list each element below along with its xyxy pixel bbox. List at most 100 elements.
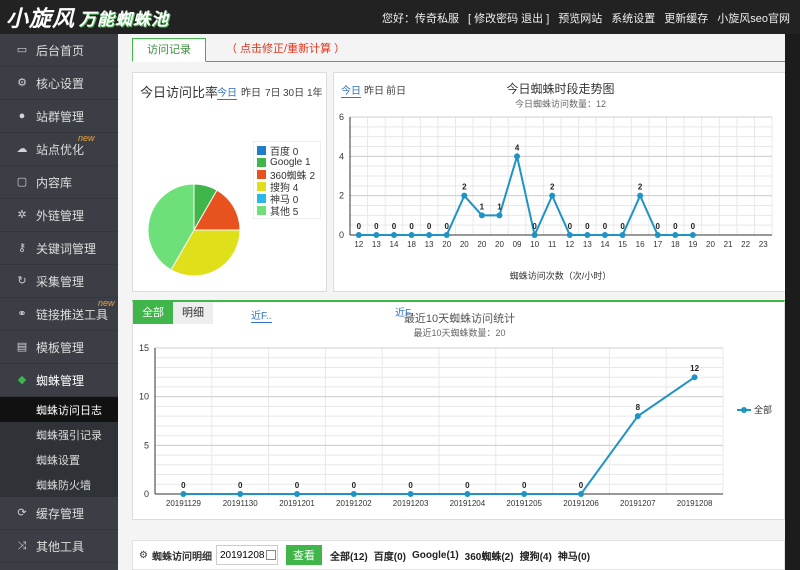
- range-1y[interactable]: 1年: [307, 84, 323, 99]
- legend-swatch: [257, 145, 266, 155]
- recalculate-link[interactable]: （ 点击修正/重新计算 ）: [212, 38, 359, 62]
- sidebar-item-label: 外链管理: [36, 208, 85, 223]
- sidebar-item-label: 核心设置: [36, 76, 85, 91]
- pie-chart: [147, 183, 241, 277]
- sidebar-sub-spider-log[interactable]: 蜘蛛访问日志: [0, 397, 118, 422]
- sidebar-item-templates[interactable]: ▤ 模板管理: [0, 331, 118, 364]
- change-password-link[interactable]: [ 修改密码 退出 ]: [468, 10, 549, 26]
- sidebar-item-cache[interactable]: ⟳ 缓存管理: [0, 497, 118, 530]
- data-point: [654, 232, 661, 238]
- sidebar-item-label: 后台首页: [36, 43, 85, 58]
- sidebar-item-external-links[interactable]: ✲ 外链管理: [0, 199, 118, 232]
- range-yesterday[interactable]: 昨日: [241, 84, 261, 99]
- view-button[interactable]: 查看: [285, 545, 322, 565]
- data-point: [672, 232, 679, 238]
- data-label: 0: [392, 222, 397, 231]
- filter-sogou[interactable]: 搜狗(4): [520, 548, 552, 563]
- data-point: [691, 374, 698, 381]
- data-label: 0: [655, 222, 660, 231]
- x-tick-label: 23: [759, 240, 768, 249]
- legend-label: 百度 0: [270, 146, 299, 158]
- data-label: 0: [603, 222, 608, 231]
- data-point: [408, 232, 415, 238]
- sidebar-item-site-group[interactable]: ● 站群管理: [0, 100, 118, 133]
- sidebar-item-home[interactable]: ▭ 后台首页: [0, 34, 118, 67]
- data-label: 0: [295, 481, 300, 490]
- sidebar-item-tools[interactable]: ⤨ 其他工具: [0, 530, 118, 563]
- x-tick-label: 13: [372, 240, 381, 249]
- sidebar-item-link-push[interactable]: ⚭ 链接推送工具 new: [0, 298, 118, 331]
- x-tick-label: 20191201: [279, 499, 315, 508]
- x-tick-label: 18: [671, 240, 680, 249]
- tab-bar: 访问记录 （ 点击修正/重新计算 ）: [132, 38, 785, 62]
- range-30d[interactable]: 30日: [283, 84, 304, 99]
- sidebar-item-site-optimize[interactable]: ☁ 站点优化 new: [0, 133, 118, 166]
- data-point: [478, 212, 485, 219]
- data-label: 0: [465, 481, 470, 490]
- sidebar-item-core-settings[interactable]: ⚙ 核心设置: [0, 67, 118, 100]
- legend-swatch: [257, 181, 266, 191]
- recent-link-2[interactable]: 近F..: [395, 304, 416, 319]
- filter-baidu[interactable]: 百度(0): [374, 548, 406, 563]
- sidebar-sub-spider-force[interactable]: 蜘蛛强引记录: [0, 422, 118, 447]
- range-today[interactable]: 今日: [217, 84, 237, 100]
- data-point: [355, 232, 362, 238]
- x-tick-label: 19: [688, 240, 697, 249]
- detail-label: 蜘蛛访问明细: [151, 551, 212, 563]
- sidebar-sub-spider-firewall[interactable]: 蜘蛛防火墙: [0, 472, 118, 497]
- sidebar-item-keywords[interactable]: ⚷ 关键词管理: [0, 232, 118, 265]
- official-site-link[interactable]: 小旋风seo官网: [717, 10, 790, 26]
- x-tick-label: 11: [548, 240, 557, 249]
- x-tick-label: 20191203: [393, 499, 429, 508]
- calendar-icon[interactable]: [265, 550, 276, 560]
- y-tick-label: 0: [144, 489, 149, 499]
- data-point: [531, 232, 538, 238]
- legend-label: 其他 5: [270, 206, 299, 218]
- refresh-icon: ↻: [17, 275, 27, 287]
- system-settings-link[interactable]: 系统设置: [611, 10, 655, 26]
- data-label: 0: [357, 222, 362, 231]
- update-cache-link[interactable]: 更新缓存: [664, 10, 708, 26]
- pie-legend: 百度 0 Google 1 360蜘蛛 2 搜狗 4 神马 0 其他 5: [253, 141, 321, 219]
- legend-item: 其他 5: [257, 204, 317, 218]
- data-label: 0: [374, 222, 379, 231]
- tools-icon: ⤨: [17, 540, 27, 552]
- filter-shenma[interactable]: 神马(0): [558, 548, 590, 563]
- tab-visit-records[interactable]: 访问记录: [132, 38, 206, 62]
- x-tick-label: 18: [407, 240, 416, 249]
- preview-site-link[interactable]: 预览网站: [558, 10, 602, 26]
- data-label: 0: [427, 222, 432, 231]
- filter-360[interactable]: 360蜘蛛(2): [465, 548, 514, 563]
- x-tick-label: 20191206: [563, 499, 599, 508]
- sidebar-item-label: 蜘蛛管理: [36, 373, 85, 388]
- data-label: 0: [522, 481, 527, 490]
- x-tick-label: 21: [724, 240, 733, 249]
- range-7d[interactable]: 7日: [265, 84, 281, 99]
- data-label: 0: [620, 222, 625, 231]
- data-label: 0: [691, 222, 696, 231]
- data-point: [634, 413, 641, 420]
- x-tick-label: 20: [477, 240, 486, 249]
- x-tick-label: 20191130: [223, 499, 259, 508]
- x-tick-label: 13: [583, 240, 592, 249]
- filter-all[interactable]: 全部(12): [330, 548, 368, 563]
- new-badge: new: [78, 133, 95, 143]
- sidebar-item-label: 模板管理: [36, 340, 85, 355]
- data-label: 0: [585, 222, 590, 231]
- sidebar-item-collection[interactable]: ↻ 采集管理: [0, 265, 118, 298]
- filter-google[interactable]: Google(1): [412, 550, 459, 561]
- sidebar-item-spider[interactable]: ◆ 蜘蛛管理: [0, 364, 118, 397]
- template-icon: ▤: [16, 341, 28, 353]
- y-tick-label: 2: [339, 191, 344, 201]
- data-point: [373, 232, 380, 238]
- x-tick-label: 17: [653, 240, 662, 249]
- sidebar-item-label: 内容库: [36, 175, 73, 190]
- data-point: [464, 491, 471, 497]
- x-tick-label: 20191204: [450, 499, 486, 508]
- settings-icon: ✲: [17, 209, 27, 221]
- sidebar-item-content-lib[interactable]: ▢ 内容库: [0, 166, 118, 199]
- data-point: [443, 232, 450, 238]
- legend-swatch: [257, 169, 266, 179]
- sidebar-sub-spider-settings[interactable]: 蜘蛛设置: [0, 447, 118, 472]
- x-tick-label: 12: [565, 240, 574, 249]
